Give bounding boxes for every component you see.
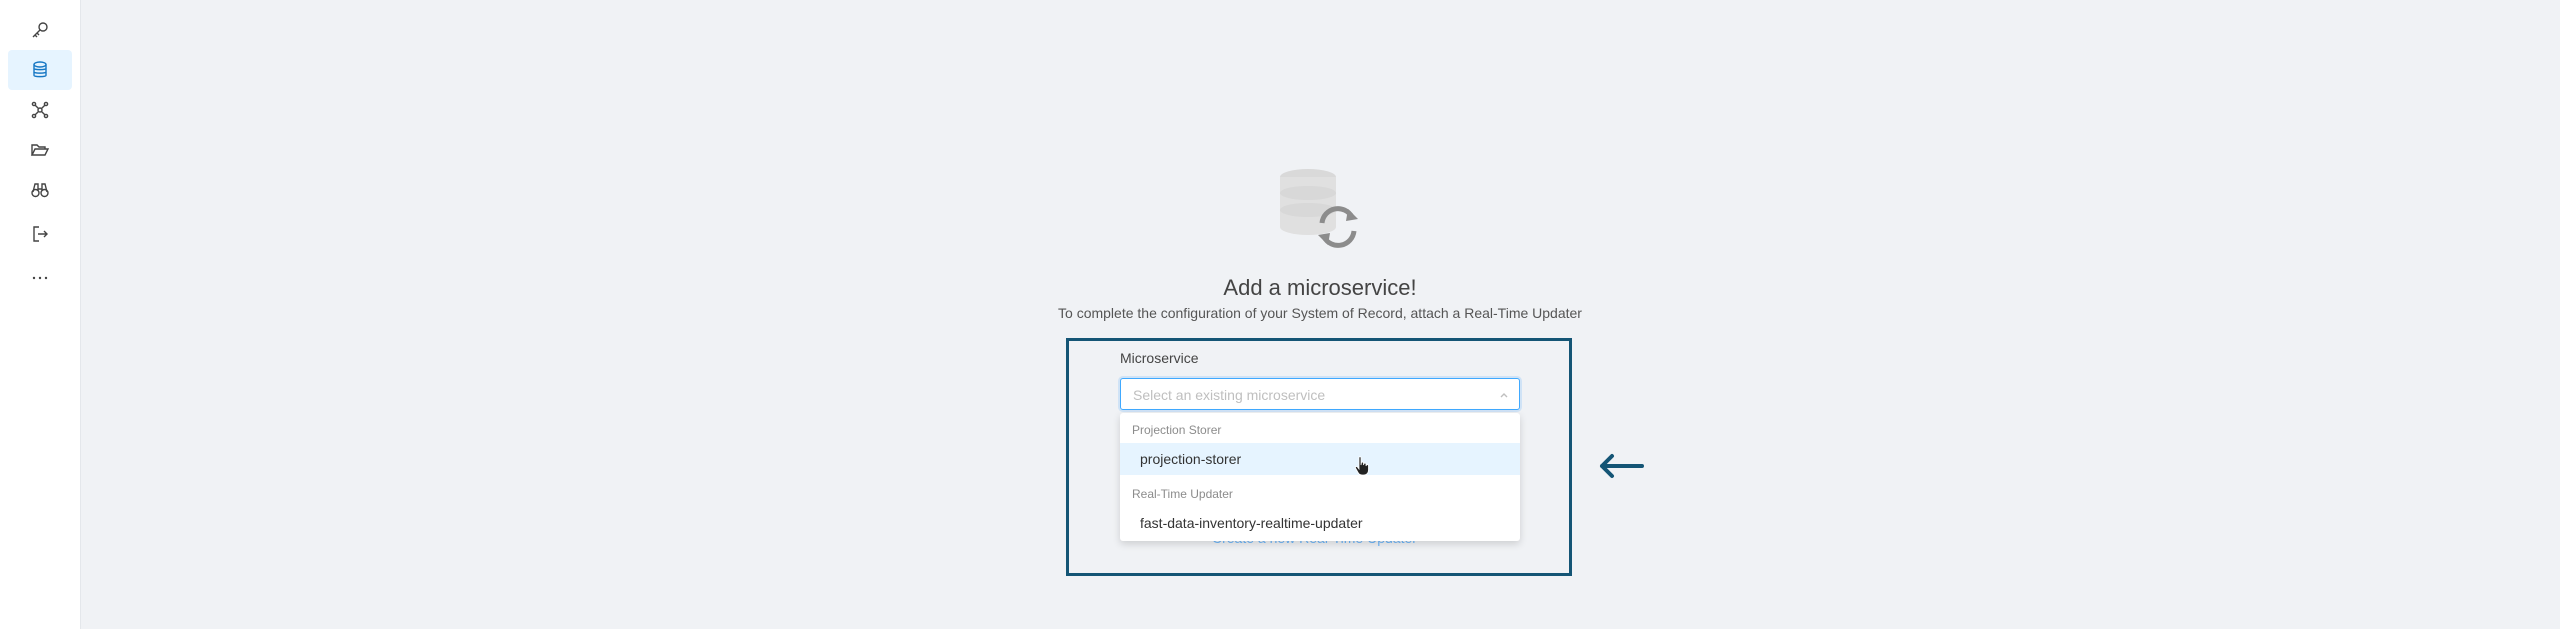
chevron-up-icon: [1500, 393, 1508, 398]
sidebar-item-systems-of-record[interactable]: [8, 50, 72, 90]
database-icon: [33, 61, 47, 78]
sidebar-item-projects[interactable]: [8, 130, 72, 170]
option-group-label: Projection Storer: [1132, 423, 1222, 437]
sidebar-item-keys[interactable]: [8, 10, 72, 50]
option-projection-storer[interactable]: projection-storer: [1120, 443, 1520, 475]
folder-open-icon: [30, 144, 50, 156]
microservice-dropdown: Projection Storer projection-storer Real…: [1120, 413, 1520, 541]
binoculars-icon: [31, 183, 49, 198]
sidebar-item-explore[interactable]: [8, 170, 72, 210]
option-realtime-updater[interactable]: fast-data-inventory-realtime-updater: [1120, 507, 1520, 539]
microservice-field-label: Microservice: [1120, 350, 1199, 366]
option-group-label: Real-Time Updater: [1132, 487, 1233, 501]
sidebar-item-logout[interactable]: [8, 214, 72, 254]
microservice-select[interactable]: Select an existing microservice: [1120, 378, 1520, 410]
database-sync-illustration: [1280, 169, 1358, 248]
sign-out-icon: [33, 226, 48, 242]
network-icon: [31, 101, 49, 119]
sidebar-item-network[interactable]: [8, 90, 72, 130]
empty-state-subtitle: To complete the configuration of your Sy…: [1058, 305, 1582, 321]
empty-state-title: Add a microservice!: [1223, 275, 1417, 300]
select-placeholder: Select an existing microservice: [1133, 387, 1326, 403]
key-icon: [32, 22, 48, 38]
arrow-left-icon: [1600, 454, 1644, 478]
hand-cursor-icon: [1354, 456, 1369, 476]
